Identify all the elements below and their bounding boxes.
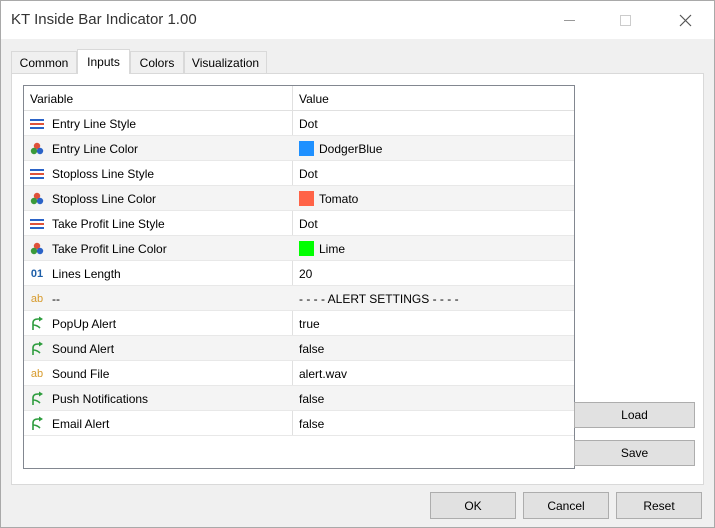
inputs-grid[interactable]: Variable Value Entry Line Style Dot Entr… [23, 85, 575, 469]
cancel-button[interactable]: Cancel [523, 492, 609, 519]
color-palette-icon [29, 191, 45, 206]
row-variable: Take Profit Line Color [52, 242, 167, 256]
row-variable: Entry Line Style [52, 117, 137, 131]
row-value[interactable]: true [299, 317, 320, 331]
row-value[interactable]: - - - - ALERT SETTINGS - - - - [299, 292, 459, 306]
row-variable: Email Alert [52, 417, 110, 431]
tab-label: Colors [139, 55, 175, 70]
table-row[interactable]: Take Profit Line Color Lime [24, 236, 574, 261]
inputs-panel: Variable Value Entry Line Style Dot Entr… [11, 73, 704, 485]
table-row[interactable]: Entry Line Style Dot [24, 111, 574, 136]
value-column-header[interactable]: Value [299, 92, 329, 106]
row-variable: -- [52, 292, 60, 306]
grid-header: Variable Value [24, 86, 574, 111]
row-variable: Take Profit Line Style [52, 217, 165, 231]
row-value[interactable]: Lime [319, 242, 345, 256]
row-value[interactable]: Tomato [319, 192, 358, 206]
boolean-icon [29, 316, 45, 331]
minimize-button[interactable] [546, 1, 592, 39]
row-variable: Lines Length [52, 267, 121, 281]
row-value[interactable]: alert.wav [299, 367, 347, 381]
dialog-window: KT Inside Bar Indicator 1.00 Common Inpu… [0, 0, 715, 528]
minimize-icon [563, 19, 575, 21]
color-palette-icon [29, 141, 45, 156]
table-row[interactable]: Stoploss Line Style Dot [24, 161, 574, 186]
close-icon [679, 14, 691, 26]
row-variable: Sound Alert [52, 342, 115, 356]
table-row[interactable]: Email Alert false [24, 411, 574, 436]
row-variable: Entry Line Color [52, 142, 139, 156]
tab-label: Inputs [87, 55, 120, 69]
line-style-icon [29, 216, 45, 231]
tab-common[interactable]: Common [11, 51, 77, 73]
load-button[interactable]: Load [574, 402, 695, 428]
table-row[interactable]: Sound Alert false [24, 336, 574, 361]
boolean-icon [29, 416, 45, 431]
row-value[interactable]: Dot [299, 217, 318, 231]
save-button[interactable]: Save [574, 440, 695, 466]
table-row[interactable]: Entry Line Color DodgerBlue [24, 136, 574, 161]
row-value[interactable]: DodgerBlue [319, 142, 382, 156]
row-value[interactable]: false [299, 417, 324, 431]
integer-icon: 01 [30, 267, 44, 280]
variable-column-header[interactable]: Variable [30, 92, 73, 106]
row-variable: Stoploss Line Style [52, 167, 155, 181]
tab-label: Visualization [191, 55, 260, 70]
row-value[interactable]: false [299, 342, 324, 356]
tab-visualization[interactable]: Visualization [184, 51, 267, 73]
ok-button[interactable]: OK [430, 492, 516, 519]
table-row[interactable]: ab Sound File alert.wav [24, 361, 574, 386]
table-row[interactable]: PopUp Alert true [24, 311, 574, 336]
maximize-icon [619, 14, 631, 26]
color-swatch [299, 191, 314, 206]
table-row[interactable]: 01 Lines Length 20 [24, 261, 574, 286]
row-value[interactable]: Dot [299, 117, 318, 131]
row-value[interactable]: Dot [299, 167, 318, 181]
string-icon: ab [30, 292, 44, 305]
table-row[interactable]: Stoploss Line Color Tomato [24, 186, 574, 211]
row-variable: Sound File [52, 367, 110, 381]
title-bar: KT Inside Bar Indicator 1.00 [1, 1, 714, 39]
color-swatch [299, 241, 314, 256]
row-value[interactable]: 20 [299, 267, 312, 281]
row-variable: Push Notifications [52, 392, 149, 406]
boolean-icon [29, 391, 45, 406]
tab-colors[interactable]: Colors [130, 51, 184, 73]
boolean-icon [29, 341, 45, 356]
tab-label: Common [19, 55, 69, 70]
maximize-button[interactable] [602, 1, 648, 39]
line-style-icon [29, 116, 45, 131]
table-row[interactable]: ab -- - - - - ALERT SETTINGS - - - - [24, 286, 574, 311]
tab-inputs[interactable]: Inputs [77, 49, 130, 74]
line-style-icon [29, 166, 45, 181]
color-palette-icon [29, 241, 45, 256]
table-row[interactable]: Take Profit Line Style Dot [24, 211, 574, 236]
reset-button[interactable]: Reset [616, 492, 702, 519]
window-title: KT Inside Bar Indicator 1.00 [11, 11, 197, 28]
row-value[interactable]: false [299, 392, 324, 406]
close-button[interactable] [662, 1, 708, 39]
row-variable: PopUp Alert [52, 317, 117, 331]
row-variable: Stoploss Line Color [52, 192, 157, 206]
color-swatch [299, 141, 314, 156]
string-icon: ab [30, 367, 44, 380]
table-row[interactable]: Push Notifications false [24, 386, 574, 411]
